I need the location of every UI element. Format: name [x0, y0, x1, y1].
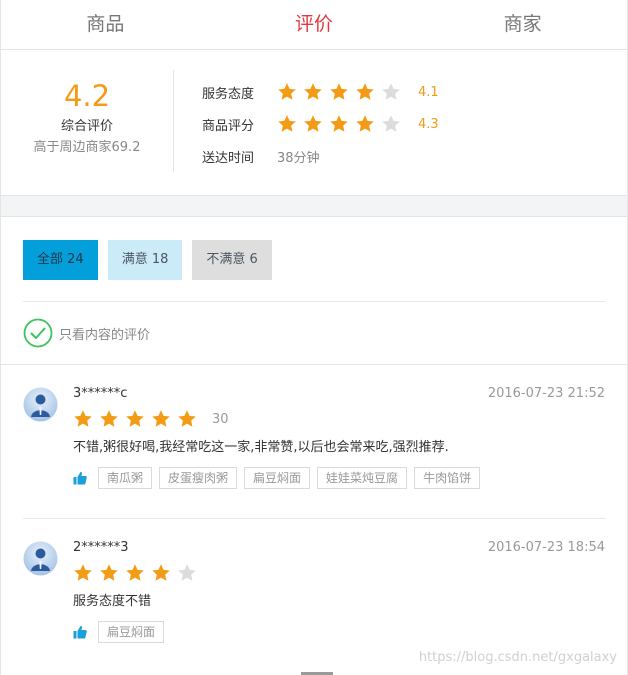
delivery-time-label: 送达时间 — [202, 150, 255, 166]
ratings-page: 商品 评价 商家 4.2 综合评价 高于周边商家69.2 服务态度 4.1 商品… — [0, 0, 628, 675]
only-content-label: 只看内容的评价 — [59, 327, 151, 343]
star-filled-icon — [100, 410, 118, 427]
delivery-time-value: 38分钟 — [277, 150, 320, 166]
tab-goods[interactable]: 商品 — [1, 0, 210, 49]
food-score-row: 商品评分 4.3 — [202, 108, 439, 140]
tab-bar: 商品 评价 商家 — [1, 0, 627, 50]
review-rating — [73, 559, 605, 587]
tab-ratings[interactable]: 评价 — [210, 0, 419, 49]
overall-score: 4.2 — [63, 79, 111, 113]
rating-filters: 全部 24 满意 18 不满意 6 — [1, 217, 627, 302]
tab-seller[interactable]: 商家 — [418, 0, 627, 49]
star-filled-icon — [356, 115, 374, 132]
review-rating: 30 — [73, 405, 605, 433]
dish-tag: 牛肉馅饼 — [414, 467, 481, 489]
user-avatar-icon — [23, 541, 58, 576]
filter-all-button[interactable]: 全部 24 — [23, 240, 98, 280]
star-empty-icon — [178, 564, 196, 581]
star-filled-icon — [74, 564, 92, 581]
service-score: 4.1 — [418, 84, 439, 100]
star-filled-icon — [126, 410, 144, 427]
review-time: 2016-07-23 21:52 — [487, 386, 605, 401]
star-empty-icon — [382, 83, 400, 100]
review-tags: 扁豆焖面 — [73, 621, 605, 643]
watermark: https://blog.csdn.net/gxgalaxy — [418, 650, 617, 665]
review-username: 2******3 — [73, 540, 129, 555]
star-filled-icon — [278, 115, 296, 132]
star-filled-icon — [330, 115, 348, 132]
star-filled-icon — [100, 564, 118, 581]
delivery-time-row: 送达时间 38分钟 — [202, 140, 439, 172]
dish-tag: 娃娃菜炖豆腐 — [317, 467, 408, 489]
star-filled-icon — [178, 410, 196, 427]
check-circle-icon — [23, 318, 53, 348]
score-details: 服务态度 4.1 商品评分 4.3 送达时间 38分钟 — [174, 50, 439, 195]
thumbs-up-icon — [73, 471, 87, 485]
only-content-toggle[interactable]: 只看内容的评价 — [1, 302, 627, 365]
dish-tag: 南瓜粥 — [98, 467, 153, 489]
review-delivery-time: 30 — [212, 411, 229, 427]
dish-tag: 扁豆焖面 — [244, 467, 311, 489]
star-filled-icon — [304, 115, 322, 132]
filter-buttons: 全部 24 满意 18 不满意 6 — [23, 240, 605, 280]
service-score-row: 服务态度 4.1 — [202, 76, 439, 108]
dish-tag: 皮蛋瘦肉粥 — [159, 467, 238, 489]
dish-tag: 扁豆焖面 — [98, 621, 165, 643]
rating-overview: 4.2 综合评价 高于周边商家69.2 服务态度 4.1 商品评分 4.3 送达… — [1, 50, 627, 196]
star-filled-icon — [330, 83, 348, 100]
review-stars — [73, 563, 203, 583]
thumbs-up-icon — [73, 625, 87, 639]
review-time: 2016-07-23 18:54 — [487, 540, 605, 555]
filter-positive-button[interactable]: 满意 18 — [107, 240, 183, 280]
star-filled-icon — [304, 83, 322, 100]
food-score-label: 商品评分 — [202, 118, 255, 134]
overall-score-label: 综合评价 — [60, 119, 113, 134]
star-filled-icon — [152, 410, 170, 427]
review-header: 2******3 2016-07-23 18:54 — [73, 539, 605, 557]
compare-text: 高于周边商家69.2 — [33, 140, 141, 155]
user-avatar-icon — [23, 387, 58, 422]
review-username: 3******c — [73, 386, 128, 401]
star-filled-icon — [126, 564, 144, 581]
review-tags: 南瓜粥 皮蛋瘦肉粥 扁豆焖面 娃娃菜炖豆腐 牛肉馅饼 — [73, 467, 605, 489]
review-body: 2******3 2016-07-23 18:54 服务态度不错 扁豆焖面 — [73, 539, 605, 643]
review-text: 服务态度不错 — [73, 594, 152, 609]
review-header: 3******c 2016-07-23 21:52 — [73, 385, 605, 403]
section-gap — [1, 196, 627, 217]
review-body: 3******c 2016-07-23 21:52 30 不错,粥很好喝,我经常… — [73, 385, 605, 489]
star-filled-icon — [278, 83, 296, 100]
review-text: 不错,粥很好喝,我经常吃这一家,非常赞,以后也会常来吃,强烈推荐. — [73, 440, 449, 455]
service-score-label: 服务态度 — [202, 86, 255, 102]
filter-negative-button[interactable]: 不满意 6 — [192, 240, 272, 280]
review-stars — [73, 409, 203, 429]
overall-score-panel: 4.2 综合评价 高于周边商家69.2 — [1, 50, 173, 195]
food-stars — [277, 114, 407, 134]
food-score: 4.3 — [418, 116, 439, 132]
star-filled-icon — [74, 410, 92, 427]
star-filled-icon — [356, 83, 374, 100]
review-item: 3******c 2016-07-23 21:52 30 不错,粥很好喝,我经常… — [23, 365, 605, 519]
service-stars — [277, 82, 407, 102]
star-filled-icon — [152, 564, 170, 581]
star-empty-icon — [382, 115, 400, 132]
